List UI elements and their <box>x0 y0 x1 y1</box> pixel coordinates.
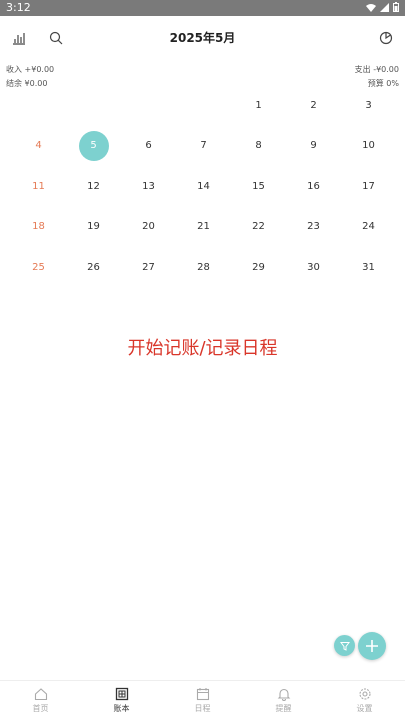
bottom-nav: 首页 账本 日程 提醒 设置 <box>0 680 405 720</box>
calendar-day[interactable]: 27 <box>121 247 176 288</box>
pie-chart-icon[interactable] <box>376 28 396 48</box>
top-header: 2025年5月 <box>0 16 405 60</box>
nav-label: 日程 <box>194 704 211 713</box>
page-title[interactable]: 2025年5月 <box>0 29 405 46</box>
wifi-icon <box>366 3 376 12</box>
calendar-day[interactable]: 19 <box>66 207 121 248</box>
nav-label: 设置 <box>356 704 373 713</box>
calendar-day[interactable]: 28 <box>176 247 231 288</box>
status-icons <box>366 2 399 12</box>
filter-icon <box>339 641 350 651</box>
calendar-day[interactable]: 11 <box>11 166 66 207</box>
gear-icon <box>358 688 371 700</box>
calendar-week: 25 26 27 28 29 30 31 <box>11 247 396 288</box>
calendar-day[interactable]: 24 <box>341 207 396 248</box>
expense-total: 支出 -¥0.00 <box>354 65 399 74</box>
calendar-icon <box>196 688 209 701</box>
nav-home[interactable]: 首页 <box>0 681 81 720</box>
bell-icon <box>277 688 290 701</box>
calendar-day <box>11 85 66 126</box>
calendar-day[interactable]: 20 <box>121 207 176 248</box>
calendar-day[interactable]: 10 <box>341 126 396 167</box>
nav-label: 提醒 <box>275 704 292 713</box>
empty-state-prompt[interactable]: 开始记账/记录日程 <box>0 334 405 360</box>
calendar-day[interactable]: 17 <box>341 166 396 207</box>
calendar-day[interactable]: 4 <box>11 126 66 167</box>
nav-reminder[interactable]: 提醒 <box>243 681 324 720</box>
calendar-day[interactable]: 22 <box>231 207 286 248</box>
calendar-day <box>176 85 231 126</box>
calendar-day[interactable]: 13 <box>121 166 176 207</box>
calendar-day <box>66 85 121 126</box>
calendar-day[interactable]: 3 <box>341 85 396 126</box>
calendar-day[interactable]: 26 <box>66 247 121 288</box>
nav-schedule[interactable]: 日程 <box>162 681 243 720</box>
calendar-day[interactable]: 9 <box>286 126 341 167</box>
calendar-day[interactable]: 2 <box>286 85 341 126</box>
status-bar: 3:12 <box>0 0 405 16</box>
nav-settings[interactable]: 设置 <box>324 681 405 720</box>
add-button[interactable] <box>358 632 386 660</box>
battery-icon <box>393 2 399 12</box>
calendar-day <box>121 85 176 126</box>
calendar-day[interactable]: 6 <box>121 126 176 167</box>
filter-button[interactable] <box>334 635 355 656</box>
calendar-day[interactable]: 30 <box>286 247 341 288</box>
calendar-day[interactable]: 23 <box>286 207 341 248</box>
calendar-day-today[interactable]: 5 <box>66 126 121 167</box>
calendar-grid: 1 2 3 4 5 6 7 8 9 10 11 12 13 14 15 16 1… <box>11 85 396 288</box>
ledger-icon <box>115 687 128 701</box>
calendar-day[interactable]: 1 <box>231 85 286 126</box>
calendar-day[interactable]: 15 <box>231 166 286 207</box>
calendar-day[interactable]: 8 <box>231 126 286 167</box>
nav-label: 首页 <box>32 704 49 713</box>
calendar-day[interactable]: 14 <box>176 166 231 207</box>
home-icon <box>34 688 47 701</box>
signal-icon <box>380 2 389 12</box>
nav-label: 账本 <box>113 704 130 713</box>
calendar-day[interactable]: 21 <box>176 207 231 248</box>
status-time: 3:12 <box>6 1 31 14</box>
income-total: 收入 +¥0.00 <box>6 65 55 74</box>
calendar-week: 4 5 6 7 8 9 10 <box>11 126 396 167</box>
calendar-day[interactable]: 25 <box>11 247 66 288</box>
calendar-day[interactable]: 29 <box>231 247 286 288</box>
calendar-week: 1 2 3 <box>11 85 396 126</box>
plus-icon <box>366 640 378 652</box>
calendar-day[interactable]: 12 <box>66 166 121 207</box>
nav-ledger[interactable]: 账本 <box>81 681 162 720</box>
calendar-day[interactable]: 7 <box>176 126 231 167</box>
calendar-week: 11 12 13 14 15 16 17 <box>11 166 396 207</box>
calendar-day[interactable]: 18 <box>11 207 66 248</box>
calendar-day[interactable]: 16 <box>286 166 341 207</box>
calendar-week: 18 19 20 21 22 23 24 <box>11 207 396 248</box>
calendar-day[interactable]: 31 <box>341 247 396 288</box>
